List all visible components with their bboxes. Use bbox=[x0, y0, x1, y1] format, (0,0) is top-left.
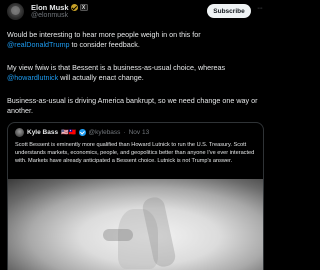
post-paragraph-3: Business-as-usual is driving America ban… bbox=[7, 96, 258, 115]
post-text: Would be interesting to hear more people… bbox=[7, 30, 201, 39]
verified-badge-icon bbox=[70, 4, 78, 11]
author-name-row[interactable]: Elon Musk X bbox=[31, 3, 88, 12]
author-handle[interactable]: @elonmusk bbox=[31, 12, 68, 19]
quoted-post-text: Scott Bessent is eminently more qualifie… bbox=[15, 142, 255, 164]
verified-badge-icon bbox=[79, 129, 86, 136]
post-paragraph-2: My view fwiw is that Bessent is a busine… bbox=[7, 63, 265, 83]
mention-link[interactable]: @howardlutnick bbox=[7, 73, 58, 82]
post-header: Elon Musk X @elonmusk Subscribe ··· bbox=[0, 0, 270, 24]
quoted-post-header: Kyle Bass 🇺🇸🇹🇼 @kylebass · Nov 13 bbox=[15, 128, 149, 137]
quoted-author-name[interactable]: Kyle Bass bbox=[27, 129, 58, 136]
separator: · bbox=[123, 129, 126, 136]
post-text: to consider feedback. bbox=[69, 40, 140, 49]
subscribe-button[interactable]: Subscribe bbox=[207, 4, 251, 18]
quoted-author-handle[interactable]: @kylebass bbox=[89, 129, 121, 136]
post-text: My view fwiw is that Bessent is a busine… bbox=[7, 63, 226, 72]
quoted-post-image[interactable] bbox=[8, 179, 263, 270]
image-figure bbox=[103, 229, 133, 241]
quoted-author-avatar[interactable] bbox=[15, 128, 24, 137]
more-options-icon[interactable]: ··· bbox=[257, 5, 263, 12]
quoted-post-date[interactable]: Nov 13 bbox=[129, 129, 150, 136]
x-logo-badge-icon: X bbox=[79, 4, 88, 11]
post-paragraph-1: Would be interesting to hear more people… bbox=[7, 30, 265, 50]
mention-link[interactable]: @realDonaldTrump bbox=[7, 40, 70, 49]
author-name[interactable]: Elon Musk bbox=[31, 3, 69, 12]
author-avatar[interactable] bbox=[7, 3, 24, 20]
post-text: will actually enact change. bbox=[58, 73, 144, 82]
flag-icons: 🇺🇸🇹🇼 bbox=[61, 130, 77, 136]
quoted-post[interactable]: Kyle Bass 🇺🇸🇹🇼 @kylebass · Nov 13 Scott … bbox=[7, 122, 264, 270]
